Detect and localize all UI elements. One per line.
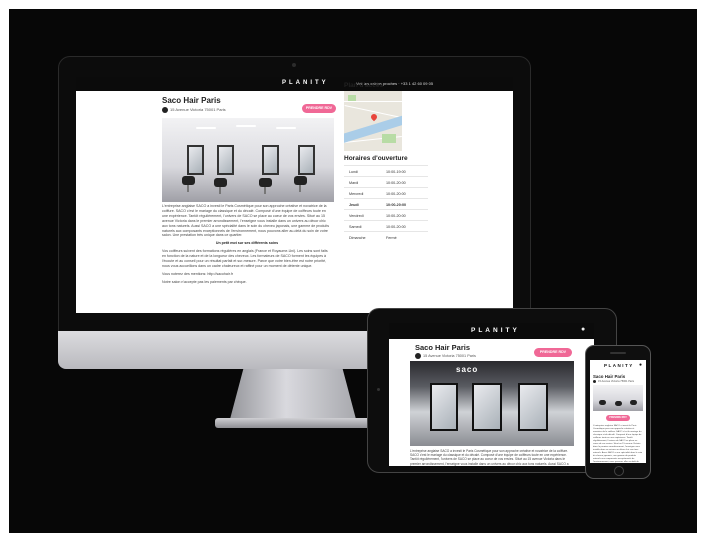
salon-address-text: 15 Avenue Victoria 75001 Paris (423, 354, 476, 358)
user-account-icon[interactable]: ● (639, 362, 642, 368)
brand-logo[interactable]: PLANITY (604, 363, 634, 368)
map-road (344, 101, 402, 102)
salon-mirror (187, 145, 204, 175)
salon-mirror (298, 145, 315, 175)
salon-mirror (262, 145, 279, 175)
map-park (348, 95, 356, 101)
salon-address-text: 15 Avenue Victoria 75001 Paris (598, 380, 635, 384)
storefront-window (430, 383, 458, 431)
storefront-window (518, 383, 548, 431)
ceiling-light (196, 127, 216, 129)
imac-display: PLANITY Voir les salons proches · +33 1 … (58, 56, 531, 333)
hours-time: 10:00-20:00 (386, 192, 406, 196)
hours-day: Lundi (349, 170, 359, 174)
salon-chair (182, 176, 195, 185)
salon-description: L'entreprise anglaise SACO a investi le … (593, 425, 643, 463)
salon-chair (615, 401, 622, 406)
salon-address: 15 Avenue Victoria 75001 Paris (415, 353, 476, 359)
salon-chair (214, 178, 227, 187)
hours-time: Fermé (386, 236, 397, 240)
map-park (382, 134, 396, 143)
description-heading: Un petit mot sur ses différents soins (215, 241, 279, 246)
description-paragraph: Vos coiffeurs suivent des formations rég… (162, 249, 328, 268)
chair-stem (219, 187, 221, 194)
hours-day: Samedi (349, 225, 362, 229)
map-marker-icon[interactable] (369, 112, 379, 122)
description-paragraph: Vous noterez des mentions: http://sacoha… (162, 271, 233, 276)
tablet-device: PLANITY ● Saco Hair Paris 15 Avenue Vict… (367, 308, 617, 473)
chair-stem (187, 185, 189, 192)
device-mockup-scene: PLANITY Voir les salons proches · +33 1 … (9, 9, 697, 533)
camera-dot (377, 388, 380, 391)
book-appointment-button[interactable]: PRENDRE RDV (302, 104, 336, 113)
ceiling-light (236, 125, 256, 127)
salon-address-text: 15 Avenue Victoria 75001 Paris (170, 107, 226, 113)
salon-chair (259, 178, 272, 187)
brand-logo[interactable]: PLANITY (282, 80, 329, 86)
hours-time: 10:00-20:00 (386, 225, 406, 229)
imac-base (215, 418, 371, 428)
phone-screen: PLANITY ● Saco Hair Paris 15 Avenue Vict… (590, 360, 646, 463)
hours-day: Mardi (349, 181, 359, 185)
salon-name: Saco Hair Paris (415, 343, 471, 352)
phone-speaker (610, 352, 626, 354)
hours-time: 10:00-20:00 (386, 203, 407, 207)
hours-day: Vendredi (349, 214, 364, 218)
salon-photo[interactable] (593, 385, 643, 411)
hours-day: Mercredi (349, 192, 364, 196)
salon-chair (599, 400, 606, 405)
salon-photo-background (593, 385, 643, 411)
storefront-window (472, 383, 502, 431)
chair-stem (264, 187, 266, 194)
location-pin-icon (593, 380, 596, 383)
user-account-icon[interactable]: ● (581, 326, 585, 333)
hours-time: 10:00-20:00 (386, 181, 406, 185)
salon-chair (294, 176, 307, 185)
location-pin-icon (415, 353, 421, 359)
salon-description: L'entreprise anglaise SACO a investi le … (410, 449, 574, 466)
ceiling-light (276, 127, 296, 129)
hours-row: Dimanche Fermé (344, 231, 428, 243)
hours-day: Jeudi (349, 203, 359, 207)
hours-time: 10:00-19:00 (386, 170, 406, 174)
camera-dot (292, 63, 296, 67)
chair-stem (299, 185, 301, 192)
description-paragraph: Notre salon n'accepte pas les paiements … (162, 279, 247, 284)
home-button[interactable] (614, 466, 624, 476)
hours-time: 10:00-20:00 (386, 214, 406, 218)
salon-name: Saco Hair Paris (162, 96, 221, 105)
hours-day: Dimanche (349, 236, 366, 240)
description-paragraph: L'entreprise anglaise SACO a investi le … (162, 204, 330, 238)
location-pin-icon (162, 107, 168, 113)
brand-logo[interactable]: PLANITY (471, 327, 520, 334)
book-appointment-button[interactable]: PRENDRE RDV (534, 348, 572, 357)
imac-stand (229, 369, 357, 421)
storefront-sign: saco (456, 365, 479, 374)
salon-description: L'entreprise anglaise SACO a investi le … (162, 204, 332, 288)
book-appointment-button[interactable]: PRENDRE RDV (606, 415, 630, 421)
desktop-screen: PLANITY Voir les salons proches · +33 1 … (76, 77, 513, 313)
salon-chair (630, 400, 637, 405)
phone-device: PLANITY ● Saco Hair Paris 15 Avenue Vict… (585, 345, 651, 479)
salon-mirror (217, 145, 234, 175)
description-paragraph: L'entreprise anglaise SACO a investi le … (410, 449, 572, 466)
salon-name: Saco Hair Paris (593, 374, 626, 379)
description-paragraph: L'entreprise anglaise SACO a investi le … (593, 425, 643, 463)
top-navigation-bar: PLANITY ● (389, 323, 594, 339)
access-map[interactable] (344, 91, 402, 151)
top-navigation-bar: PLANITY Voir les salons proches · +33 1 … (76, 77, 513, 91)
tablet-screen: PLANITY ● Saco Hair Paris 15 Avenue Vict… (389, 323, 594, 466)
top-navigation-bar: PLANITY ● (590, 360, 646, 371)
opening-hours-title: Horaires d'ouverture (344, 155, 408, 162)
salon-photo[interactable] (162, 118, 334, 202)
salon-storefront-photo[interactable]: saco (410, 361, 574, 446)
salon-address: 15 Avenue Victoria 75001 Paris (162, 107, 226, 113)
map-section-title: Plan d'accès (344, 82, 384, 89)
salon-address: 15 Avenue Victoria 75001 Paris (593, 380, 634, 383)
